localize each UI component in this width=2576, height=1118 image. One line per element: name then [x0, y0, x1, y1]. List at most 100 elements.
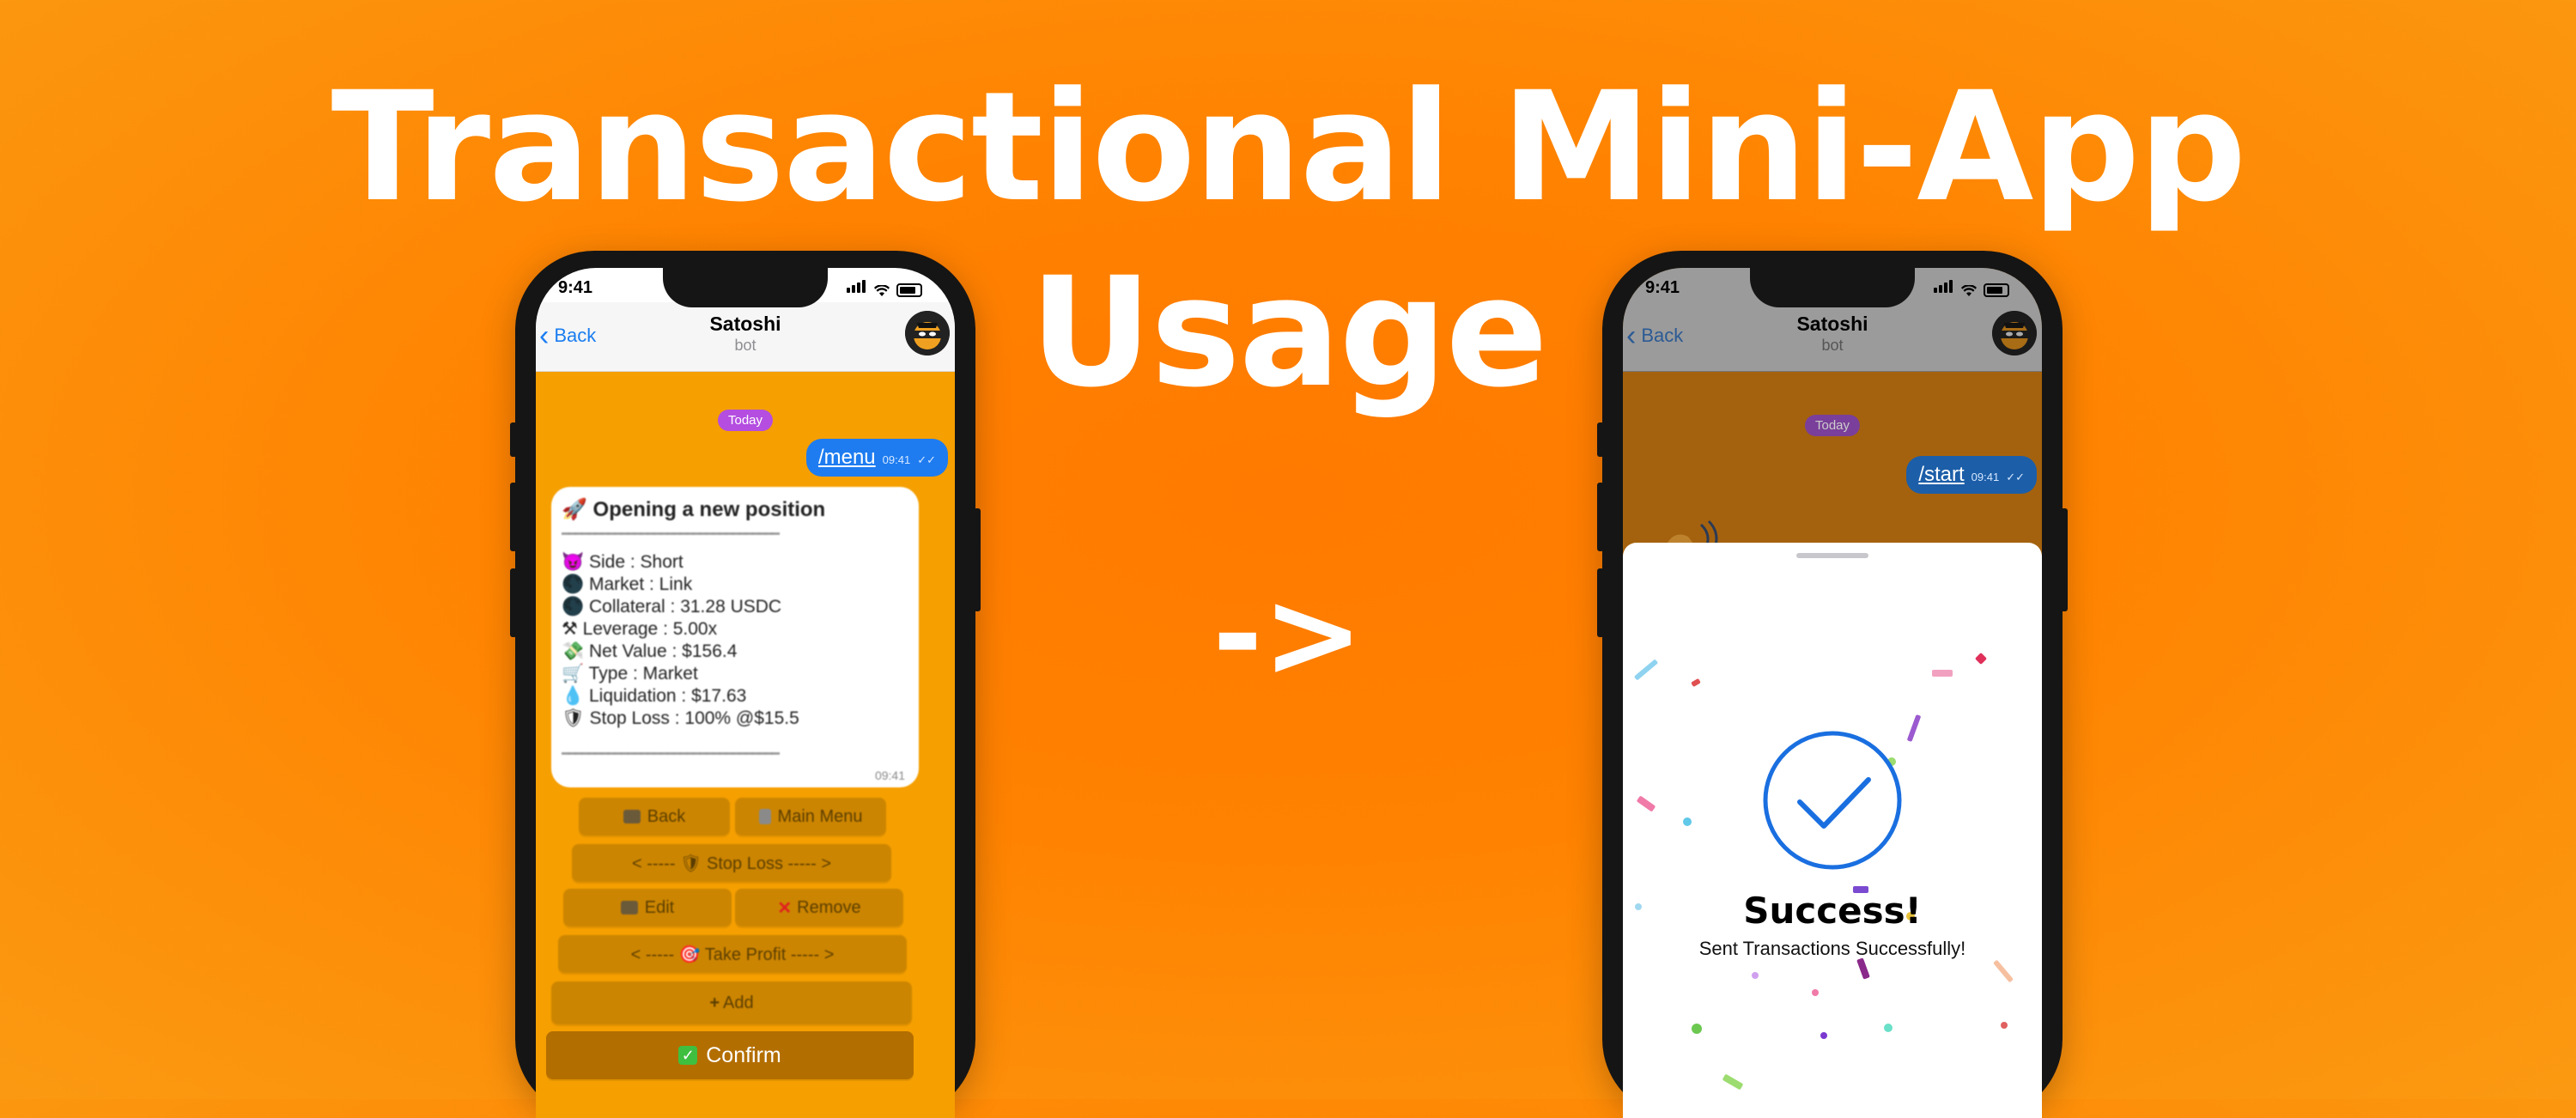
outgoing-time: 09:41 [1971, 471, 2000, 483]
success-title: Success! [1743, 890, 1922, 932]
confetti-piece [1974, 652, 1988, 665]
date-pill: Today [717, 410, 774, 431]
kb-add-label: Add [723, 993, 754, 1012]
left-phone: 9:41 ‹ Back Satoshi bot Today /menu 09:4… [510, 251, 981, 1118]
signal-icon [847, 280, 867, 297]
sheet-grabber[interactable] [1796, 553, 1868, 558]
kb-stop-loss-button[interactable]: < ----- 🛡 Stop Loss ----- > [572, 844, 891, 882]
chat-title: Satoshi [709, 313, 781, 335]
outgoing-command[interactable]: /menu [818, 446, 876, 470]
confetti-piece [1932, 670, 1953, 677]
kb-remove-label: Remove [797, 897, 861, 917]
phone-volume-down [1597, 568, 1604, 637]
phone-volume-down [510, 568, 517, 637]
confetti-piece [1856, 957, 1870, 980]
outgoing-message[interactable]: /menu 09:41 ✓✓ [805, 439, 948, 477]
kb-main-menu-label: Main Menu [777, 806, 863, 826]
phone-volume-up [510, 483, 517, 551]
ninja-avatar-icon [1992, 311, 2037, 355]
outgoing-message[interactable]: /start 09:41 ✓✓ [1906, 456, 2037, 494]
kb-back-button[interactable]: Back [579, 798, 730, 835]
phone-power-button [974, 508, 981, 611]
outgoing-time: 09:41 [882, 453, 911, 466]
bot-avatar[interactable] [905, 311, 950, 355]
chat-header: ‹ Back Satoshi bot [536, 302, 955, 372]
wifi-icon [1961, 285, 1977, 296]
kb-confirm-label: Confirm [706, 1042, 781, 1067]
kb-edit-button[interactable]: Edit [563, 889, 732, 927]
kb-take-profit-button[interactable]: < ----- 🎯 Take Profit ----- > [558, 935, 907, 973]
confetti-piece [1683, 817, 1692, 826]
ninja-avatar-icon [905, 311, 950, 355]
message-row: 💧 Liquidation : $17.63 [562, 686, 747, 706]
cross-icon: ✕ [777, 898, 793, 918]
success-subtitle: Sent Transactions Successfully! [1698, 938, 1966, 959]
chat-header: ‹ Back Satoshi bot [1623, 302, 2042, 372]
message-row: 🛒 Type : Market [562, 664, 698, 684]
chat-subtitle: bot [734, 337, 756, 354]
phone-notch [1750, 268, 1915, 307]
wifi-icon [874, 285, 890, 296]
confetti-piece [1722, 1073, 1744, 1091]
message-time: 09:41 [874, 769, 905, 782]
phone-volume-up [1597, 483, 1604, 551]
message-row: 💸 Net Value : $156.4 [562, 641, 738, 661]
back-icon [623, 810, 641, 823]
battery-icon [1984, 283, 2009, 297]
document-icon [758, 809, 771, 824]
kb-back-label: Back [647, 806, 686, 826]
kb-main-menu-button[interactable]: Main Menu [735, 798, 886, 835]
message-separator-top: ━━━━━━━━━━━━━━━━━━━━━━━━━━━━━━━━━ [562, 527, 780, 542]
confetti-piece [1993, 959, 2014, 983]
confetti-piece [1906, 714, 1922, 743]
kb-remove-button[interactable]: ✕ Remove [735, 889, 903, 927]
bot-message-card: 🚀 Opening a new position ━━━━━━━━━━━━━━━… [551, 487, 919, 787]
message-row: ⚒ Leverage : 5.00x [562, 619, 718, 639]
headline-line-1: Transactional Mini-App [331, 59, 2247, 235]
phone-mute-switch [1597, 422, 1604, 457]
battery-icon [896, 283, 922, 297]
confetti-piece [1752, 972, 1759, 979]
message-row: 🛡 Stop Loss : 100% @$15.5 [562, 708, 799, 728]
edit-icon [620, 901, 638, 914]
kb-stop-loss-label: < ----- 🛡 Stop Loss ----- > [631, 854, 832, 873]
chat-title: Satoshi [1796, 313, 1868, 335]
kb-edit-label: Edit [644, 897, 675, 917]
confetti-piece [1633, 659, 1659, 681]
transition-arrow: -> [1212, 565, 1364, 705]
success-check-icon [1763, 731, 1902, 870]
phone-notch [663, 268, 828, 307]
confetti-piece [1812, 989, 1819, 996]
confetti-piece [1691, 677, 1701, 688]
right-phone-screen: 9:41 ‹ Back Satoshi bot Today /start 09:… [1623, 268, 2042, 1118]
confetti-piece [1692, 1024, 1702, 1034]
kb-take-profit-label: < ----- 🎯 Take Profit ----- > [630, 945, 835, 964]
left-phone-screen: 9:41 ‹ Back Satoshi bot Today /menu 09:4… [536, 268, 955, 1118]
phone-mute-switch [510, 422, 517, 457]
outgoing-command[interactable]: /start [1918, 463, 1964, 487]
status-time: 9:41 [558, 278, 593, 297]
message-title: 🚀 Opening a new position [562, 498, 826, 521]
bot-avatar[interactable] [1992, 311, 2037, 355]
chat-subtitle: bot [1821, 337, 1844, 354]
confetti-piece [1820, 1032, 1827, 1039]
double-check-icon: ✓✓ [917, 453, 936, 466]
status-time: 9:41 [1645, 278, 1680, 297]
mini-app-sheet: Success! Sent Transactions Successfully! [1623, 543, 2042, 1118]
date-pill: Today [1804, 415, 1861, 436]
check-box-icon: ✓ [678, 1046, 698, 1065]
headline-line-2: Usage [1030, 245, 1548, 421]
message-row: 😈 Side : Short [562, 552, 683, 572]
right-phone: 9:41 ‹ Back Satoshi bot Today /start 09:… [1597, 251, 2068, 1118]
plus-icon: + [709, 993, 720, 1012]
chat-area[interactable]: Today /menu 09:41 ✓✓ 🚀 Opening a new pos… [536, 372, 955, 1118]
kb-confirm-button[interactable]: ✓ Confirm [546, 1031, 914, 1079]
phone-power-button [2061, 508, 2068, 611]
double-check-icon: ✓✓ [2006, 471, 2025, 483]
confetti-piece [1636, 795, 1656, 812]
message-row: 🌑 Market : Link [562, 574, 693, 594]
kb-add-button[interactable]: + Add [551, 981, 912, 1024]
confetti-piece [1884, 1024, 1893, 1032]
message-row: 🌑 Collateral : 31.28 USDC [562, 597, 782, 617]
signal-icon [1934, 280, 1954, 297]
